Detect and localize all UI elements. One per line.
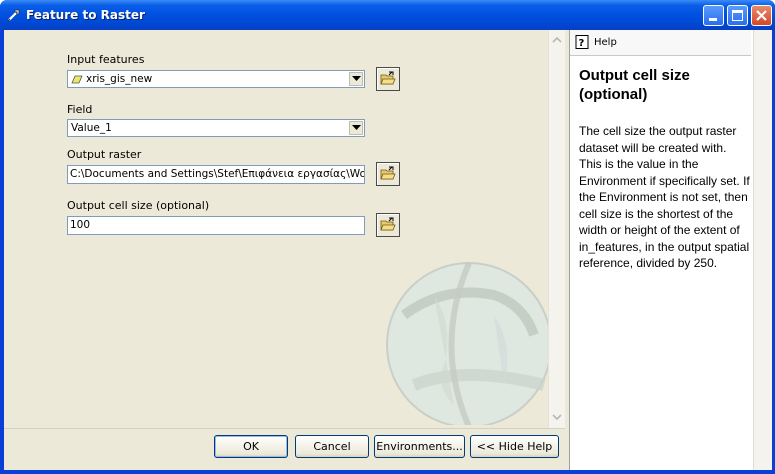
close-button[interactable] xyxy=(751,5,772,26)
output-raster-label: Output raster xyxy=(67,148,142,161)
title-bar[interactable]: Feature to Raster xyxy=(0,0,775,30)
scroll-up-button[interactable] xyxy=(549,32,565,48)
hide-help-button[interactable]: << Hide Help xyxy=(470,435,559,458)
output-raster-browse-button[interactable] xyxy=(376,162,400,186)
maximize-icon xyxy=(732,10,743,21)
wrench-icon xyxy=(6,7,22,23)
svg-text:?: ? xyxy=(579,38,585,49)
dialog-client-area: Input features xris_gis_new Field Value_… xyxy=(4,30,772,470)
cancel-button[interactable]: Cancel xyxy=(295,435,369,458)
arcgis-globe-watermark-icon xyxy=(386,261,552,425)
chevron-down-icon xyxy=(352,125,361,130)
field-dropdown-button[interactable] xyxy=(349,121,363,135)
chevron-up-icon xyxy=(552,36,562,43)
open-folder-icon xyxy=(380,166,396,180)
field-value: Value_1 xyxy=(71,122,112,134)
input-features-dropdown-button[interactable] xyxy=(349,72,363,86)
output-cell-size-value: 100 xyxy=(70,219,91,231)
minimize-icon xyxy=(709,18,717,21)
input-features-label: Input features xyxy=(67,53,145,66)
maximize-button[interactable] xyxy=(727,5,748,26)
field-combo[interactable]: Value_1 xyxy=(67,119,365,137)
help-scrollbar[interactable] xyxy=(753,30,772,470)
scroll-down-button[interactable] xyxy=(549,409,565,425)
output-cell-size-browse-button[interactable] xyxy=(376,213,400,237)
chevron-down-icon xyxy=(352,76,361,81)
output-cell-size-label: Output cell size (optional) xyxy=(67,199,210,212)
parameters-scrollbar[interactable] xyxy=(548,30,565,428)
environments-button[interactable]: Environments... xyxy=(374,435,465,458)
input-features-browse-button[interactable] xyxy=(376,67,400,91)
input-features-combo[interactable]: xris_gis_new xyxy=(67,70,365,88)
parameters-pane: Input features xris_gis_new Field Value_… xyxy=(4,30,565,429)
help-tab[interactable]: ? Help xyxy=(570,30,751,56)
field-label: Field xyxy=(67,103,93,116)
close-icon xyxy=(756,10,767,21)
output-raster-value: C:\Documents and Settings\Stef\Επιφάνεια… xyxy=(70,168,365,180)
open-folder-icon xyxy=(380,217,396,231)
minimize-button[interactable] xyxy=(703,5,724,26)
output-raster-input[interactable]: C:\Documents and Settings\Stef\Επιφάνεια… xyxy=(67,165,365,184)
help-book-icon: ? xyxy=(575,35,589,49)
polygon-layer-icon xyxy=(71,75,83,84)
chevron-down-icon xyxy=(552,414,562,421)
help-heading: Output cell size (optional) xyxy=(579,67,690,103)
button-bar: OK Cancel Environments... << Hide Help xyxy=(4,429,565,470)
output-cell-size-input[interactable]: 100 xyxy=(67,216,365,235)
help-pane: ? Help Output cell size (optional) The c… xyxy=(569,30,772,470)
open-folder-icon xyxy=(380,71,396,85)
help-body-text: The cell size the output raster dataset … xyxy=(579,124,750,270)
window-title: Feature to Raster xyxy=(26,8,145,22)
input-features-value: xris_gis_new xyxy=(86,73,153,85)
help-tab-label: Help xyxy=(594,37,617,48)
dialog-window: Feature to Raster Input features xris_gi… xyxy=(0,0,775,474)
ok-button[interactable]: OK xyxy=(214,435,288,458)
